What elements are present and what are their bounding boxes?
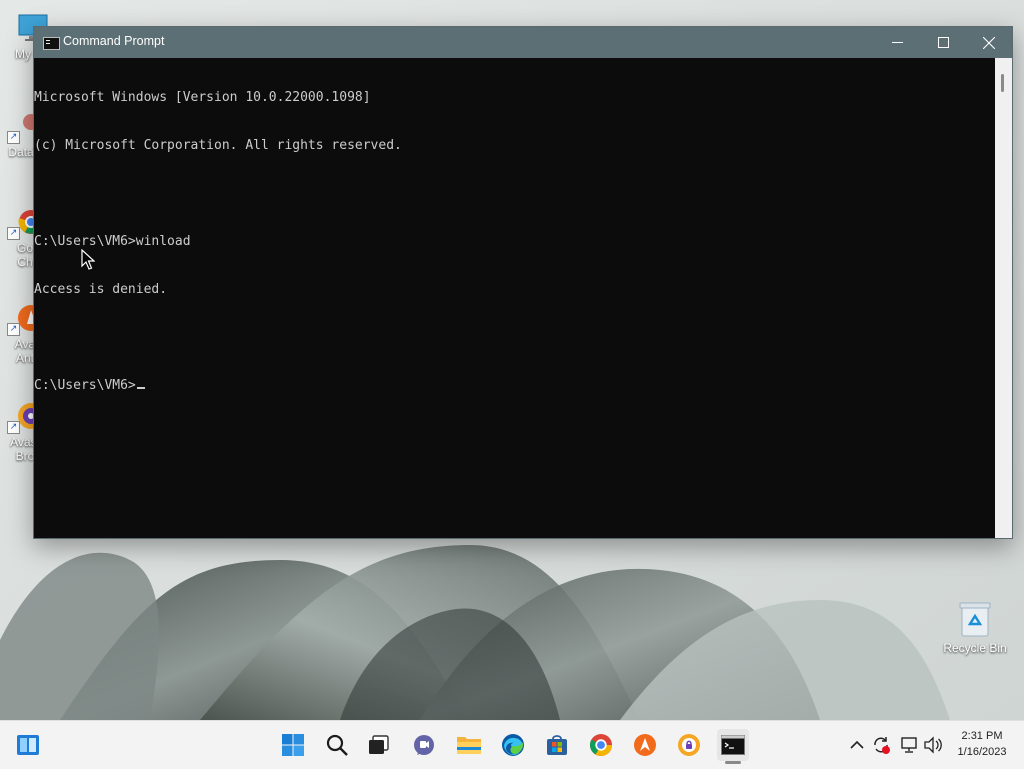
show-hidden-icons-button[interactable]	[847, 735, 867, 755]
shortcut-arrow-icon: ↗	[7, 323, 20, 336]
text-cursor	[136, 387, 145, 389]
taskbar: 2:31 PM 1/16/2023	[0, 720, 1024, 769]
window-title: Command Prompt	[63, 34, 165, 48]
avast-antivirus-button[interactable]	[629, 729, 661, 761]
microsoft-store-icon	[547, 735, 567, 755]
vertical-scrollbar[interactable]	[995, 58, 1012, 538]
console-line: Microsoft Windows [Version 10.0.22000.10…	[34, 90, 371, 105]
shortcut-arrow-icon: ↗	[7, 131, 20, 144]
edge-icon	[502, 734, 524, 756]
minimize-button[interactable]	[874, 27, 920, 58]
avast-secure-browser-icon	[678, 734, 700, 756]
command-prompt-taskbar-button[interactable]	[717, 729, 749, 761]
start-button[interactable]	[277, 729, 309, 761]
clock-time: 2:31 PM	[961, 730, 1003, 742]
task-view-icon	[369, 735, 389, 754]
minimize-icon	[891, 42, 903, 43]
teams-chat-icon	[414, 735, 434, 755]
console-line: (c) Microsoft Corporation. All rights re…	[34, 138, 402, 153]
recycle-bin-icon	[957, 600, 993, 638]
chrome-button[interactable]	[585, 729, 617, 761]
scrollbar-thumb[interactable]	[1001, 74, 1004, 92]
desktop-icon-recycle-bin[interactable]: Recycle Bin	[940, 600, 1010, 655]
active-app-indicator	[725, 761, 741, 764]
network-button[interactable]	[899, 735, 919, 755]
microsoft-store-button[interactable]	[541, 729, 573, 761]
network-icon	[901, 737, 917, 753]
maximize-button[interactable]	[920, 27, 966, 58]
command-prompt-icon	[43, 37, 60, 50]
shortcut-arrow-icon: ↗	[7, 421, 20, 434]
widgets-icon	[17, 735, 39, 755]
console-prompt-line[interactable]: C:\Users\VM6>	[34, 378, 994, 394]
command-prompt-window[interactable]: Command Prompt Microsoft Windows [Versio…	[33, 26, 1013, 539]
console-output[interactable]: Microsoft Windows [Version 10.0.22000.10…	[34, 58, 994, 538]
console-line: C:\Users\VM6>winload	[34, 234, 191, 249]
widgets-button[interactable]	[12, 729, 44, 761]
sync-error-icon	[874, 737, 890, 754]
maximize-icon	[937, 37, 949, 48]
console-prompt: C:\Users\VM6>	[34, 378, 136, 393]
clock-date: 1/16/2023	[957, 746, 1007, 758]
search-button[interactable]	[321, 729, 353, 761]
recycle-bin-label: Recycle Bin	[943, 641, 1007, 655]
volume-button[interactable]	[923, 735, 943, 755]
speaker-icon	[924, 736, 942, 754]
close-icon	[983, 36, 995, 49]
shortcut-arrow-icon: ↗	[7, 227, 20, 240]
task-view-button[interactable]	[363, 729, 395, 761]
mouse-pointer-icon	[81, 249, 95, 270]
chevron-up-icon	[850, 740, 864, 749]
edge-button[interactable]	[497, 729, 529, 761]
console-line: Access is denied.	[34, 282, 168, 297]
chat-button[interactable]	[408, 729, 440, 761]
chrome-icon	[590, 734, 612, 756]
clock-button[interactable]: 2:31 PM 1/16/2023	[945, 728, 1019, 760]
search-icon	[326, 734, 348, 756]
file-explorer-icon	[457, 737, 481, 754]
avast-secure-browser-button[interactable]	[673, 729, 705, 761]
title-bar[interactable]: Command Prompt	[34, 27, 1012, 58]
sync-status-button[interactable]	[871, 735, 891, 755]
close-button[interactable]	[966, 27, 1012, 58]
start-icon	[282, 734, 304, 756]
avast-antivirus-icon	[634, 734, 656, 756]
command-prompt-icon	[721, 735, 745, 755]
file-explorer-button[interactable]	[453, 729, 485, 761]
